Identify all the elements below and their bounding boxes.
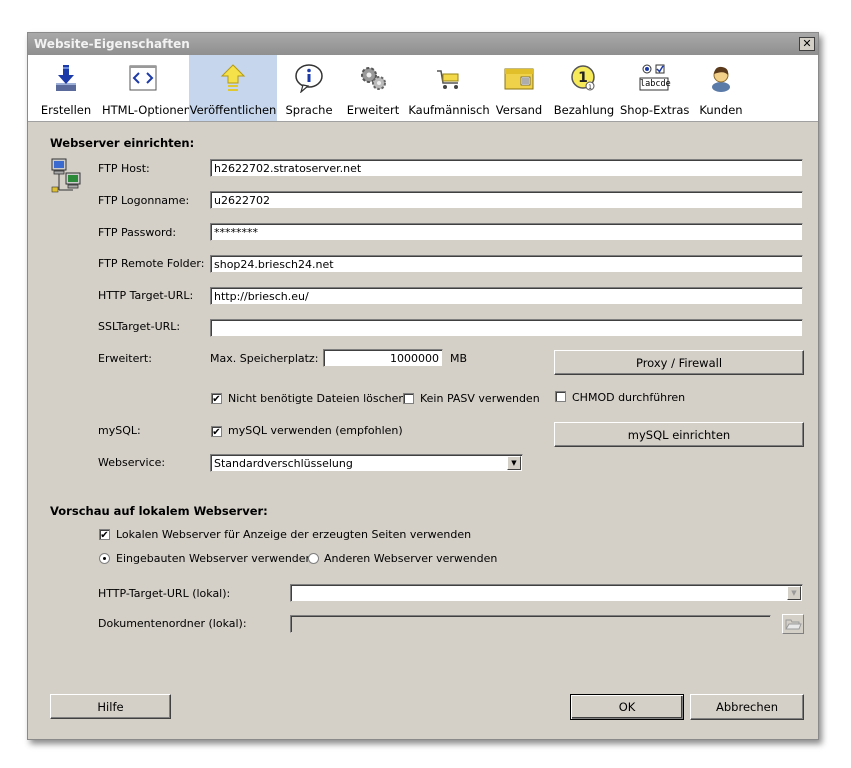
ftp-logon-label: FTP Logonname: [98, 194, 190, 207]
tab-label: Versand [495, 103, 543, 117]
tab-label: Kunden [699, 103, 743, 117]
download-arrow-icon [50, 63, 82, 93]
use-local-checkbox[interactable]: ✔ [99, 529, 110, 541]
proxy-firewall-button[interactable]: Proxy / Firewall [554, 350, 804, 375]
help-button[interactable]: Hilfe [50, 694, 171, 719]
webservice-select-value: Standardverschlüsselung [214, 457, 353, 470]
network-computers-icon [50, 157, 84, 193]
chmod-label: CHMOD durchführen [572, 391, 686, 404]
form-controls-icon: labcde [638, 63, 671, 93]
other-server-radio[interactable] [308, 553, 319, 564]
ftp-logon-input[interactable]: u2622702 [210, 191, 803, 209]
help-button-label: Hilfe [97, 700, 124, 714]
delete-unneeded-label: Nicht benötigte Dateien löschen [228, 392, 406, 405]
tab-label: Erweitert [346, 103, 400, 117]
other-server-label: Anderen Webserver verwenden [324, 552, 498, 565]
tab-html-optionen[interactable]: HTML-Optionen [102, 55, 192, 121]
max-storage-input[interactable]: 1000000 [323, 349, 443, 367]
tab-label: Veröffentlichen [189, 103, 277, 117]
tab-kaufmaennisch[interactable]: Kaufmännisch [408, 55, 490, 121]
doc-folder-input[interactable] [290, 615, 771, 633]
mysql-use-label: mySQL verwenden (empfohlen) [228, 424, 403, 437]
http-local-label: HTTP-Target-URL (lokal): [98, 587, 231, 600]
form-controls-icon-text: labcde [640, 79, 671, 89]
close-button[interactable]: ✕ [799, 37, 815, 51]
no-pasv-label: Kein PASV verwenden [420, 392, 540, 405]
doc-folder-label: Dokumentenordner (lokal): [98, 617, 247, 630]
html-code-icon [127, 63, 159, 93]
coin-icon: 1 1 [568, 63, 600, 93]
tab-veroeffentlichen[interactable]: Veröffentlichen [189, 55, 277, 121]
tab-label: HTML-Optionen [102, 103, 192, 117]
chevron-down-icon[interactable]: ▼ [787, 586, 801, 600]
toolbar: Erstellen HTML-Optionen Veröffentlichen … [28, 55, 818, 122]
chmod-checkbox[interactable] [555, 391, 566, 402]
shopping-cart-icon [433, 63, 465, 93]
open-folder-icon [785, 619, 802, 630]
tab-label: Sprache [285, 103, 333, 117]
title-bar: Website-Eigenschaften ✕ [28, 33, 818, 55]
max-storage-label: Max. Speicherplatz: [210, 352, 319, 365]
http-local-select[interactable]: ▼ [290, 584, 803, 602]
no-pasv-checkbox[interactable] [403, 393, 414, 404]
webserver-heading: Webserver einrichten: [50, 136, 195, 150]
use-local-label: Lokalen Webserver für Anzeige der erzeug… [116, 528, 472, 541]
builtin-server-radio[interactable] [99, 553, 110, 564]
dialog-title: Website-Eigenschaften [34, 37, 190, 51]
ftp-folder-input[interactable]: shop24.briesch24.net [210, 255, 803, 273]
mysql-use-checkbox[interactable]: ✔ [211, 426, 222, 438]
gears-icon [357, 63, 389, 93]
ftp-password-input[interactable]: ******** [210, 223, 803, 241]
ssl-target-label: SSLTarget-URL: [98, 320, 181, 333]
tab-erweitert[interactable]: Erweitert [344, 55, 402, 121]
ftp-host-label: FTP Host: [98, 162, 150, 175]
preview-heading: Vorschau auf lokalem Webserver: [50, 504, 268, 518]
tab-shop-extras[interactable]: labcde Shop-Extras [620, 55, 690, 121]
http-target-input[interactable]: http://briesch.eu/ [210, 287, 803, 305]
cancel-button[interactable]: Abbrechen [690, 694, 804, 720]
ok-button-label: OK [618, 700, 636, 714]
website-properties-dialog: Website-Eigenschaften ✕ Erstellen HTML-O… [27, 32, 819, 740]
package-icon [503, 63, 535, 93]
max-storage-unit: MB [450, 352, 468, 365]
ok-button[interactable]: OK [570, 694, 684, 720]
tab-label: Kaufmännisch [408, 103, 490, 117]
mysql-setup-button[interactable]: mySQL einrichten [554, 422, 804, 447]
tab-kunden[interactable]: Kunden [696, 55, 746, 121]
ftp-password-label: FTP Password: [98, 226, 177, 239]
ftp-folder-label: FTP Remote Folder: [98, 257, 205, 270]
browse-folder-button[interactable] [782, 614, 804, 634]
tab-label: Bezahlung [553, 103, 615, 117]
tab-bezahlung[interactable]: 1 1 Bezahlung [552, 55, 616, 121]
upload-arrow-icon [217, 63, 249, 93]
ftp-host-input[interactable]: h2622702.stratoserver.net [210, 159, 803, 177]
svg-text:1: 1 [588, 84, 592, 91]
tab-erstellen[interactable]: Erstellen [36, 55, 96, 121]
info-bubble-icon [293, 63, 325, 94]
chevron-down-icon[interactable]: ▼ [507, 456, 521, 470]
http-target-label: HTTP Target-URL: [98, 289, 194, 302]
delete-unneeded-checkbox[interactable]: ✔ [211, 393, 222, 405]
builtin-server-label: Eingebauten Webserver verwenden [116, 552, 313, 565]
mysql-label: mySQL: [98, 424, 141, 437]
tab-label: Shop-Extras [620, 103, 690, 117]
tab-label: Erstellen [40, 103, 92, 117]
tab-versand[interactable]: Versand [494, 55, 544, 121]
webservice-select[interactable]: Standardverschlüsselung ▼ [210, 454, 523, 472]
tab-sprache[interactable]: Sprache [280, 55, 338, 121]
ssl-target-input[interactable] [210, 319, 803, 337]
erweitert-label: Erweitert: [98, 352, 152, 365]
webservice-label: Webservice: [98, 456, 166, 469]
customer-icon [705, 63, 737, 93]
cancel-button-label: Abbrechen [716, 700, 778, 714]
